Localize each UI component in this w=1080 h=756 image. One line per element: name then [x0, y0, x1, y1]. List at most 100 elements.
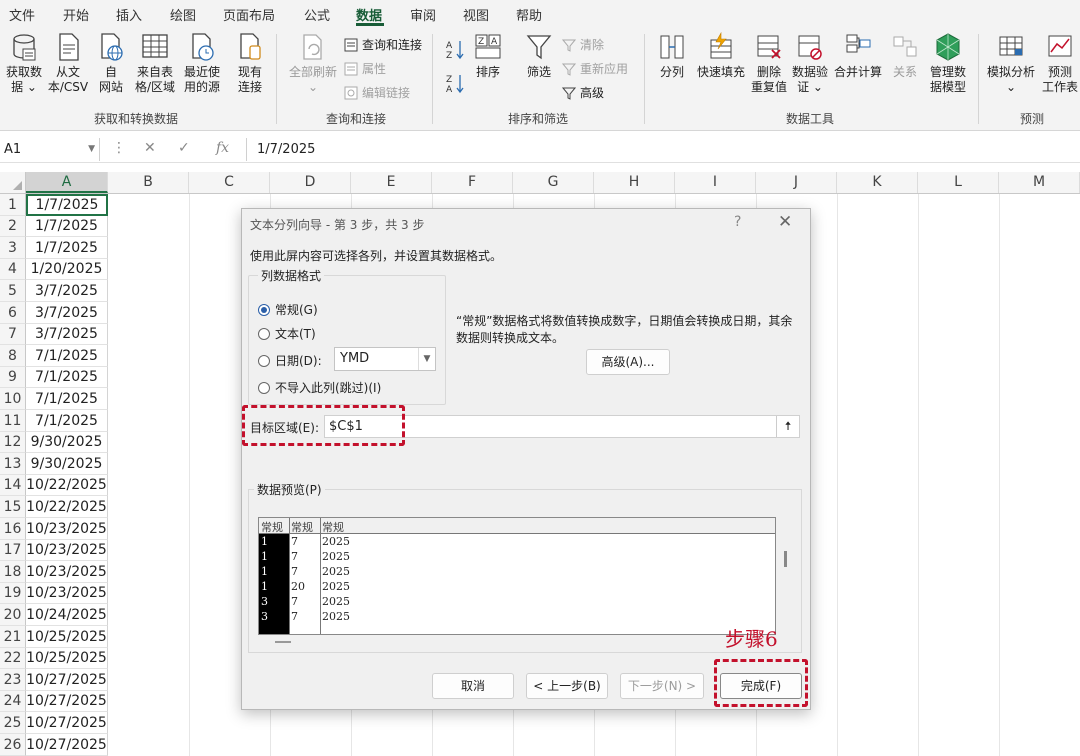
- sort-descending-button[interactable]: ZA: [446, 72, 466, 94]
- table-cell[interactable]: 10/27/2025: [26, 669, 108, 691]
- edit-links-button[interactable]: 编辑链接: [344, 84, 410, 101]
- table-cell[interactable]: 10/23/2025: [26, 583, 108, 604]
- row-header[interactable]: 1: [0, 194, 26, 216]
- select-all-corner[interactable]: [0, 172, 26, 193]
- insert-function-icon[interactable]: fx: [216, 140, 229, 156]
- sort-ascending-button[interactable]: AZ: [446, 38, 466, 60]
- column-header[interactable]: A: [26, 172, 108, 193]
- get-data-button[interactable]: 获取数 据 ⌄: [4, 32, 44, 95]
- table-cell[interactable]: 10/27/2025: [26, 712, 108, 734]
- column-header[interactable]: K: [837, 172, 918, 193]
- chevron-down-icon[interactable]: ▼: [418, 348, 435, 370]
- reapply-button[interactable]: 重新应用: [562, 60, 628, 77]
- table-cell[interactable]: 7/1/2025: [26, 367, 108, 388]
- help-icon[interactable]: ?: [734, 214, 741, 230]
- table-cell[interactable]: 10/27/2025: [26, 691, 108, 712]
- data-preview-box[interactable]: 常规 常规 常规 1 7 2025 1 7 2025 1 7 2025 1 20 2025 3 7 2025…: [258, 517, 776, 635]
- existing-connections-button[interactable]: 现有 连接: [232, 32, 268, 95]
- from-text-csv-button[interactable]: 从文 本/CSV: [46, 32, 90, 95]
- row-header[interactable]: 19: [0, 583, 26, 604]
- table-cell[interactable]: 7/1/2025: [26, 388, 108, 410]
- radio-text[interactable]: 文本(T): [258, 325, 316, 342]
- row-header[interactable]: 13: [0, 453, 26, 475]
- row-header[interactable]: 22: [0, 648, 26, 669]
- row-header[interactable]: 5: [0, 280, 26, 302]
- row-header[interactable]: 12: [0, 432, 26, 453]
- manage-data-model-button[interactable]: 管理数 据模型: [926, 32, 970, 95]
- name-box[interactable]: A1 ▼: [0, 138, 100, 161]
- tab-help[interactable]: 帮助: [516, 5, 542, 24]
- preview-vertical-scrollbar[interactable]: [784, 551, 787, 567]
- row-header[interactable]: 9: [0, 367, 26, 388]
- tab-review[interactable]: 审阅: [410, 5, 436, 24]
- row-header[interactable]: 6: [0, 302, 26, 324]
- tab-page-layout[interactable]: 页面布局: [223, 5, 275, 24]
- consolidate-button[interactable]: 合并计算: [832, 32, 884, 80]
- recent-sources-button[interactable]: 最近使 用的源: [180, 32, 224, 95]
- row-header[interactable]: 18: [0, 561, 26, 583]
- radio-button[interactable]: [258, 381, 270, 394]
- sort-button[interactable]: ZA 排序: [472, 32, 504, 80]
- column-header[interactable]: M: [999, 172, 1080, 193]
- clear-filter-button[interactable]: 清除: [562, 36, 604, 53]
- radio-button[interactable]: [258, 303, 270, 316]
- table-cell[interactable]: 7/1/2025: [26, 345, 108, 367]
- tab-home[interactable]: 开始: [63, 5, 89, 24]
- column-header[interactable]: I: [675, 172, 756, 193]
- advanced-button[interactable]: 高级(A)...: [586, 349, 670, 375]
- table-cell[interactable]: 10/22/2025: [26, 475, 108, 496]
- preview-header[interactable]: 常规: [322, 519, 344, 535]
- radio-date[interactable]: 日期(D):: [258, 352, 322, 369]
- table-cell[interactable]: 1/20/2025: [26, 259, 108, 280]
- table-cell[interactable]: 9/30/2025: [26, 453, 108, 475]
- back-button[interactable]: < 上一步(B): [526, 673, 608, 699]
- radio-general[interactable]: 常规(G): [258, 301, 318, 318]
- table-cell[interactable]: 10/23/2025: [26, 540, 108, 561]
- row-header[interactable]: 25: [0, 712, 26, 734]
- filter-button[interactable]: 筛选: [522, 32, 556, 80]
- row-header[interactable]: 14: [0, 475, 26, 496]
- remove-duplicates-button[interactable]: 删除 重复值: [750, 32, 788, 95]
- what-if-analysis-button[interactable]: 模拟分析 ⌄: [984, 32, 1038, 95]
- table-cell[interactable]: 1/7/2025: [26, 237, 108, 259]
- collapse-dialog-icon[interactable]: 🠅: [776, 416, 799, 437]
- enter-icon[interactable]: ✓: [178, 140, 190, 156]
- row-header[interactable]: 11: [0, 410, 26, 432]
- tab-formulas[interactable]: 公式: [304, 5, 330, 24]
- table-cell[interactable]: 3/7/2025: [26, 280, 108, 302]
- row-header[interactable]: 8: [0, 345, 26, 367]
- column-header[interactable]: B: [108, 172, 189, 193]
- table-cell[interactable]: 9/30/2025: [26, 432, 108, 453]
- table-cell[interactable]: 10/23/2025: [26, 561, 108, 583]
- row-header[interactable]: 23: [0, 669, 26, 691]
- table-cell[interactable]: 7/1/2025: [26, 410, 108, 432]
- formula-input[interactable]: 1/7/2025: [246, 138, 1080, 161]
- tab-file[interactable]: 文件: [9, 5, 35, 24]
- column-header[interactable]: F: [432, 172, 513, 193]
- row-header[interactable]: 2: [0, 216, 26, 237]
- row-header[interactable]: 16: [0, 518, 26, 540]
- column-header[interactable]: E: [351, 172, 432, 193]
- preview-header[interactable]: 常规: [261, 519, 283, 535]
- radio-button[interactable]: [258, 327, 270, 340]
- table-cell[interactable]: 10/25/2025: [26, 648, 108, 669]
- table-cell[interactable]: 10/22/2025: [26, 496, 108, 518]
- row-header[interactable]: 17: [0, 540, 26, 561]
- radio-skip[interactable]: 不导入此列(跳过)(I): [258, 379, 381, 396]
- data-validation-button[interactable]: 数据验 证 ⌄: [790, 32, 830, 95]
- table-cell[interactable]: 1/7/2025: [26, 216, 108, 237]
- tab-data[interactable]: 数据: [356, 5, 382, 24]
- refresh-all-button[interactable]: 全部刷新 ⌄: [286, 32, 340, 95]
- column-header[interactable]: D: [270, 172, 351, 193]
- row-header[interactable]: 24: [0, 691, 26, 712]
- row-header[interactable]: 26: [0, 734, 26, 756]
- table-cell[interactable]: 10/27/2025: [26, 734, 108, 756]
- row-header[interactable]: 7: [0, 324, 26, 345]
- preview-header[interactable]: 常规: [291, 519, 313, 535]
- advanced-filter-button[interactable]: 高级: [562, 84, 604, 101]
- table-cell[interactable]: 10/23/2025: [26, 518, 108, 540]
- date-format-select[interactable]: YMD ▼: [334, 347, 436, 371]
- chevron-down-icon[interactable]: ▼: [88, 138, 95, 161]
- forecast-sheet-button[interactable]: 预测 工作表: [1040, 32, 1080, 95]
- from-table-button[interactable]: 来自表 格/区域: [132, 32, 178, 95]
